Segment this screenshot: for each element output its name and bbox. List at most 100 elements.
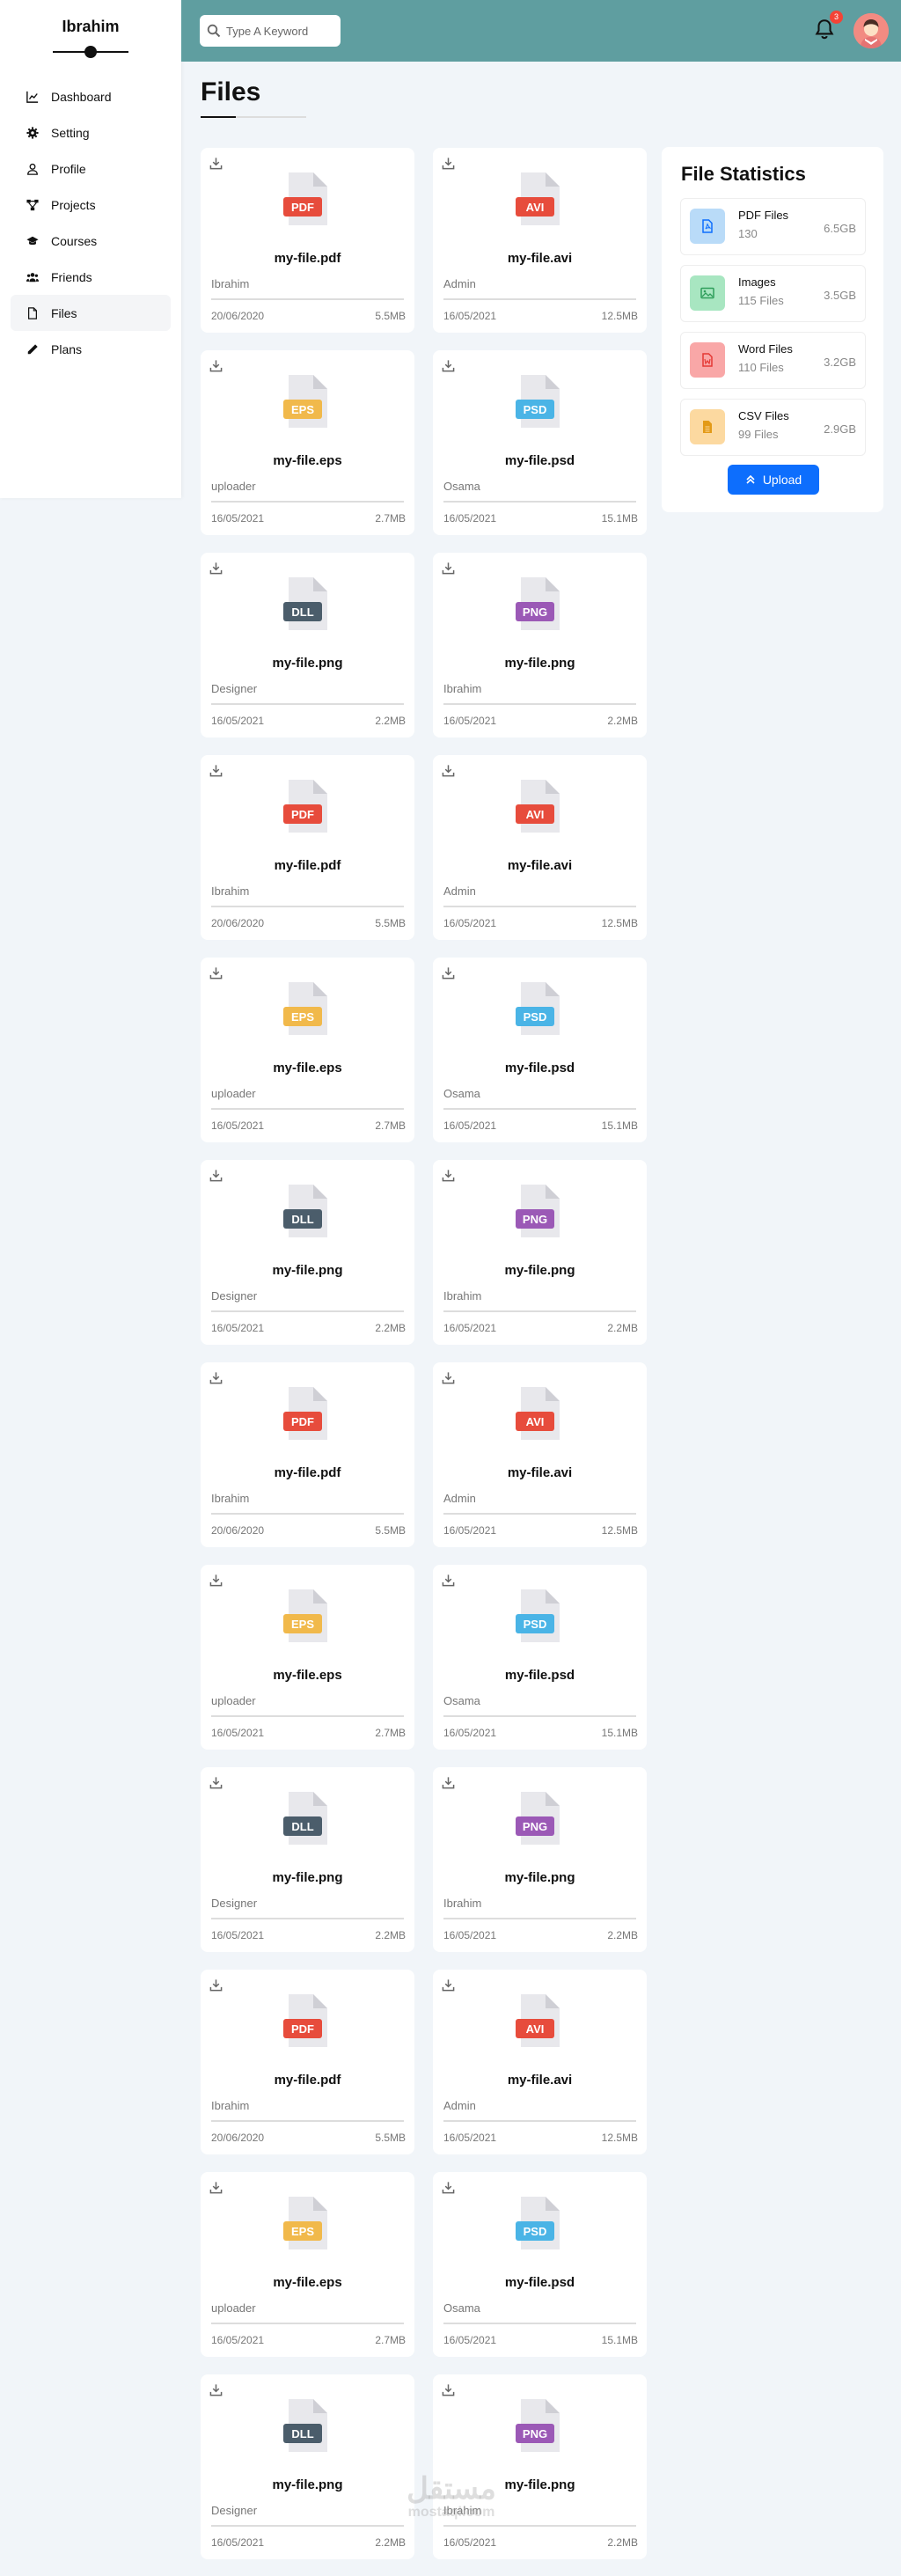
download-icon[interactable] [442, 2181, 455, 2194]
stat-icon-box [690, 342, 725, 378]
file-type-icon: EPS [283, 1589, 327, 1642]
file-owner: uploader [211, 2301, 256, 2315]
download-icon[interactable] [442, 1371, 455, 1384]
download-icon[interactable] [442, 1978, 455, 1992]
statistics-title: File Statistics [681, 163, 806, 185]
card-divider [211, 2525, 404, 2527]
download-icon[interactable] [209, 2383, 223, 2396]
download-icon[interactable] [209, 1574, 223, 1587]
download-icon[interactable] [209, 2181, 223, 2194]
sidebar-item-setting[interactable]: Setting [11, 114, 171, 150]
download-icon[interactable] [442, 1169, 455, 1182]
download-icon[interactable] [209, 1169, 223, 1182]
download-icon[interactable] [442, 966, 455, 980]
download-icon[interactable] [209, 561, 223, 575]
file-card[interactable]: DLL my-file.png Designer 16/05/2021 2.2MB [201, 1767, 414, 1952]
sidebar-item-profile[interactable]: Profile [11, 150, 171, 187]
stat-size: 2.9GB [824, 422, 856, 436]
file-card[interactable]: AVI my-file.avi Admin 16/05/2021 12.5MB [433, 1362, 647, 1547]
sidebar-item-courses[interactable]: Courses [11, 223, 171, 259]
search-input[interactable] [226, 24, 332, 38]
file-card[interactable]: PDF my-file.pdf Ibrahim 20/06/2020 5.5MB [201, 148, 414, 333]
file-size: 12.5MB [601, 2132, 638, 2144]
file-card[interactable]: AVI my-file.avi Admin 16/05/2021 12.5MB [433, 148, 647, 333]
file-type-icon: PNG [516, 2399, 560, 2452]
download-icon[interactable] [209, 966, 223, 980]
card-divider [443, 1715, 636, 1717]
file-card[interactable]: DLL my-file.png Designer 16/05/2021 2.2MB [201, 553, 414, 738]
download-icon[interactable] [209, 1776, 223, 1789]
file-card[interactable]: DLL my-file.png Designer 16/05/2021 2.2MB [201, 2374, 414, 2559]
stat-count: 99 Files [738, 428, 779, 441]
file-card[interactable]: PSD my-file.psd Osama 16/05/2021 15.1MB [433, 958, 647, 1142]
download-icon[interactable] [209, 1371, 223, 1384]
file-card[interactable]: EPS my-file.eps uploader 16/05/2021 2.7MB [201, 2172, 414, 2357]
file-name: my-file.eps [273, 1668, 342, 1683]
file-card[interactable]: PNG my-file.png Ibrahim 16/05/2021 2.2MB [433, 2374, 647, 2559]
download-icon[interactable] [209, 157, 223, 170]
card-divider [443, 1108, 636, 1110]
file-name: my-file.png [272, 1870, 343, 1885]
file-card[interactable]: EPS my-file.eps uploader 16/05/2021 2.7MB [201, 350, 414, 535]
user-icon [27, 163, 38, 175]
stat-count: 110 Files [738, 361, 784, 374]
card-divider [443, 703, 636, 705]
file-card[interactable]: EPS my-file.eps uploader 16/05/2021 2.7MB [201, 1565, 414, 1750]
file-card[interactable]: PDF my-file.pdf Ibrahim 20/06/2020 5.5MB [201, 1362, 414, 1547]
sidebar-item-label: Files [51, 305, 77, 320]
sidebar-item-plans[interactable]: Plans [11, 331, 171, 367]
stat-csv-files[interactable]: CSV Files 99 Files 2.9GB [680, 399, 866, 456]
file-csv-icon [703, 421, 712, 433]
search-box[interactable] [200, 15, 341, 47]
stat-pdf-files[interactable]: PDF Files 130 6.5GB [680, 198, 866, 255]
file-type-icon: AVI [516, 780, 560, 833]
file-card[interactable]: AVI my-file.avi Admin 16/05/2021 12.5MB [433, 755, 647, 940]
download-icon[interactable] [442, 359, 455, 372]
card-divider [443, 298, 636, 300]
file-card[interactable]: PSD my-file.psd Osama 16/05/2021 15.1MB [433, 2172, 647, 2357]
download-icon[interactable] [442, 561, 455, 575]
download-icon[interactable] [209, 359, 223, 372]
file-card[interactable]: DLL my-file.png Designer 16/05/2021 2.2MB [201, 1160, 414, 1345]
file-card[interactable]: PDF my-file.pdf Ibrahim 20/06/2020 5.5MB [201, 1970, 414, 2154]
file-date: 16/05/2021 [443, 2132, 497, 2144]
file-type-label: EPS [291, 2225, 314, 2238]
download-icon[interactable] [442, 157, 455, 170]
download-icon[interactable] [442, 1574, 455, 1587]
file-card[interactable]: EPS my-file.eps uploader 16/05/2021 2.7MB [201, 958, 414, 1142]
file-card[interactable]: PSD my-file.psd Osama 16/05/2021 15.1MB [433, 350, 647, 535]
file-card[interactable]: PNG my-file.png Ibrahim 16/05/2021 2.2MB [433, 1160, 647, 1345]
file-type-label: EPS [291, 1618, 314, 1631]
stat-images[interactable]: Images 115 Files 3.5GB [680, 265, 866, 322]
file-card[interactable]: PDF my-file.pdf Ibrahim 20/06/2020 5.5MB [201, 755, 414, 940]
sidebar-item-label: Courses [51, 233, 98, 248]
stat-word-files[interactable]: Word Files 110 Files 3.2GB [680, 332, 866, 389]
download-icon[interactable] [442, 2383, 455, 2396]
card-divider [211, 1715, 404, 1717]
file-size: 2.2MB [607, 1929, 638, 1941]
file-name: my-file.pdf [274, 2073, 341, 2088]
download-icon[interactable] [209, 1978, 223, 1992]
sidebar-item-projects[interactable]: Projects [11, 187, 171, 223]
avatar[interactable] [853, 13, 889, 48]
file-owner: Osama [443, 1694, 480, 1707]
file-type-label: DLL [291, 1213, 313, 1226]
file-card[interactable]: PSD my-file.psd Osama 16/05/2021 15.1MB [433, 1565, 647, 1750]
sidebar-item-files[interactable]: Files [11, 295, 171, 331]
file-card[interactable]: PNG my-file.png Ibrahim 16/05/2021 2.2MB [433, 553, 647, 738]
stat-name: CSV Files [738, 409, 789, 422]
file-card[interactable]: PNG my-file.png Ibrahim 16/05/2021 2.2MB [433, 1767, 647, 1952]
file-size: 12.5MB [601, 1524, 638, 1537]
sidebar-item-label: Plans [51, 341, 83, 356]
file-card[interactable]: AVI my-file.avi Admin 16/05/2021 12.5MB [433, 1970, 647, 2154]
file-owner: Ibrahim [443, 682, 482, 695]
download-icon[interactable] [442, 1776, 455, 1789]
upload-button[interactable]: Upload [728, 465, 819, 495]
download-icon[interactable] [209, 764, 223, 777]
download-icon[interactable] [442, 764, 455, 777]
file-size: 15.1MB [601, 512, 638, 525]
file-size: 2.2MB [375, 1929, 406, 1941]
file-word-icon [702, 353, 713, 367]
sidebar-item-friends[interactable]: Friends [11, 259, 171, 295]
sidebar-item-dashboard[interactable]: Dashboard [11, 78, 171, 114]
